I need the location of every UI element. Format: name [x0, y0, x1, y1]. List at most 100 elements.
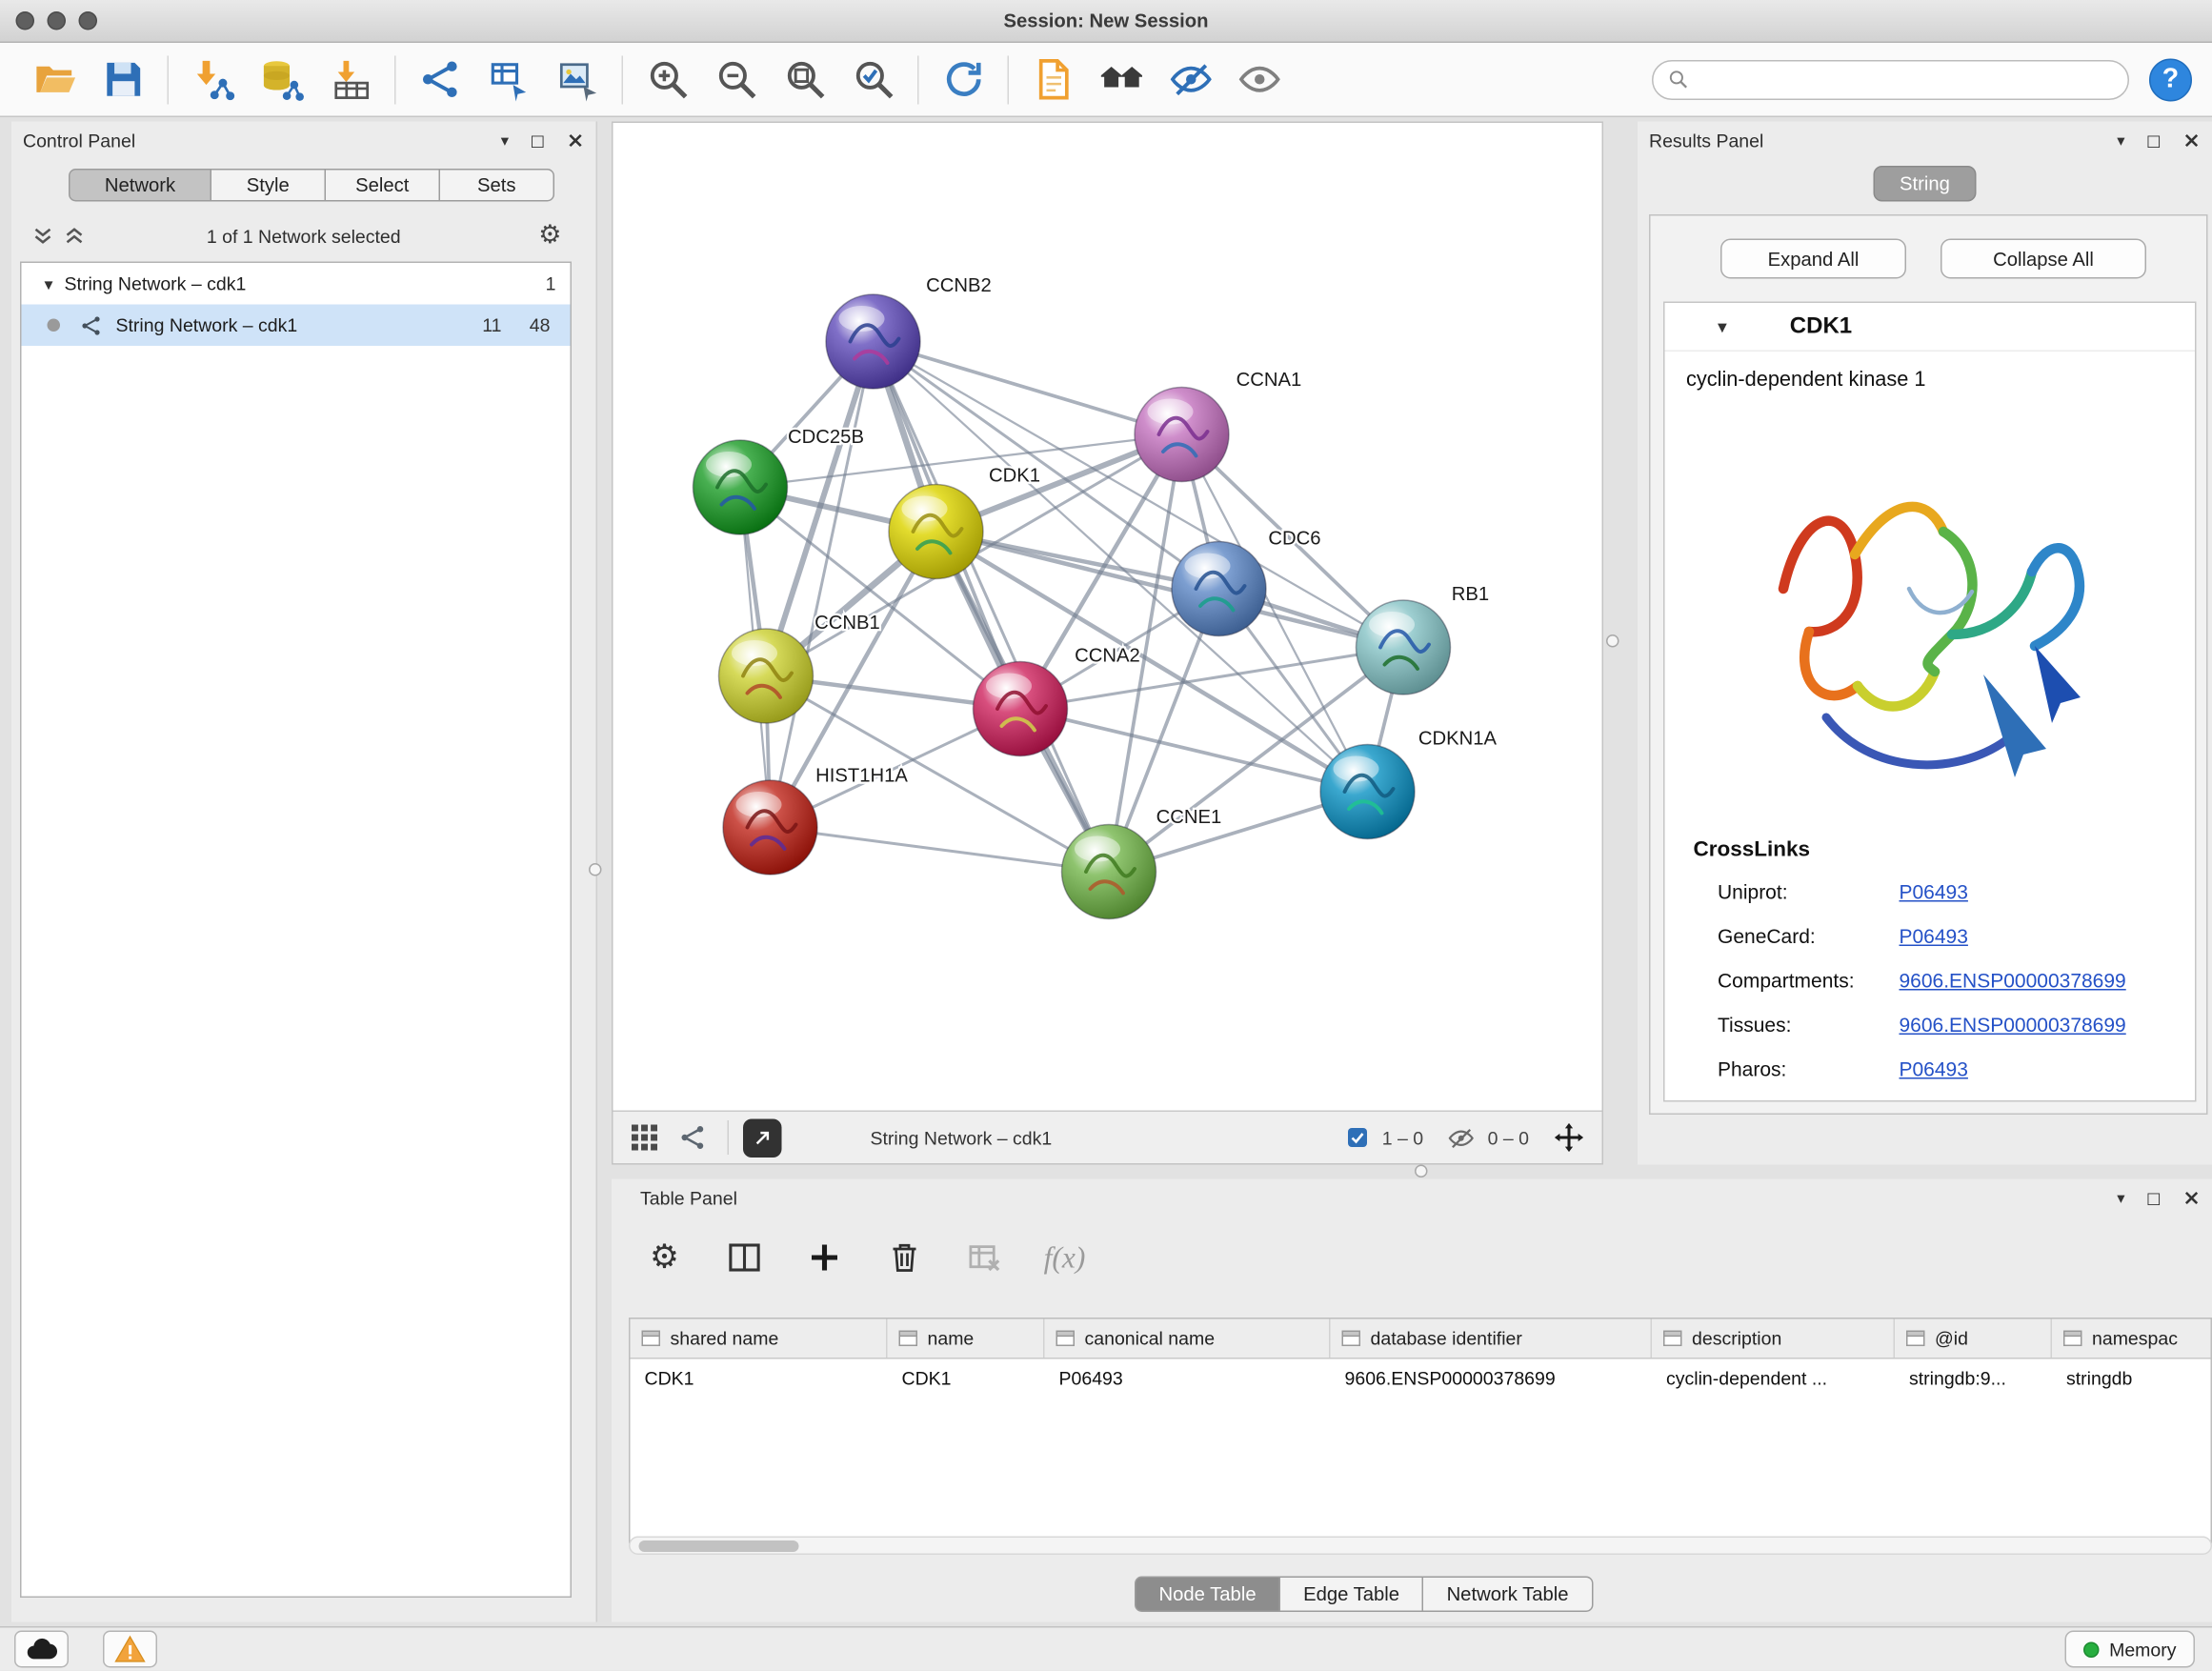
export-network-button[interactable]	[743, 1118, 782, 1158]
tab-sets[interactable]: Sets	[440, 169, 554, 202]
tab-network-table[interactable]: Network Table	[1424, 1577, 1593, 1613]
zoom-out-button[interactable]	[702, 48, 771, 111]
column-header-database-identifier[interactable]: database identifier	[1331, 1319, 1653, 1359]
selected-checkbox-icon[interactable]	[1346, 1126, 1369, 1149]
add-column-button[interactable]	[720, 1234, 769, 1282]
network-collection-row[interactable]: ▾ String Network – cdk1 1	[22, 263, 571, 305]
annotation-button[interactable]	[1019, 48, 1088, 111]
network-options-gear-icon[interactable]: ⚙	[538, 220, 561, 251]
warnings-button[interactable]	[103, 1631, 157, 1668]
float-panel-icon[interactable]: □	[531, 131, 546, 150]
table-row[interactable]: CDK1CDK1P064939606.ENSP00000378699cyclin…	[631, 1359, 2211, 1399]
network-node-HIST1H1A[interactable]	[723, 780, 817, 875]
network-from-table-icon	[487, 57, 532, 102]
close-panel-icon[interactable]: ×	[567, 130, 585, 151]
crosshair-move-icon[interactable]	[1554, 1122, 1585, 1154]
crosslink-value-link[interactable]: 9606.ENSP00000378699	[1900, 968, 2126, 991]
crosslink-value-link[interactable]: P06493	[1900, 924, 1968, 947]
close-panel-icon[interactable]: ×	[2182, 1187, 2201, 1209]
column-header-label: name	[928, 1328, 975, 1350]
crosslink-value-link[interactable]: P06493	[1900, 879, 1968, 902]
network-node-CDK1[interactable]	[889, 485, 983, 579]
import-network-from-file-button[interactable]	[179, 48, 248, 111]
right-splitter-handle[interactable]	[1606, 634, 1619, 648]
network-node-CCNB2[interactable]	[826, 294, 920, 389]
add-row-button[interactable]	[800, 1234, 849, 1282]
scrollbar-thumb[interactable]	[639, 1540, 799, 1552]
zoom-selected-button[interactable]	[839, 48, 908, 111]
close-panel-icon[interactable]: ×	[2182, 130, 2201, 151]
network-node-RB1[interactable]	[1357, 600, 1451, 695]
crosslink-label: Compartments:	[1718, 968, 1900, 991]
column-header-name[interactable]: name	[888, 1319, 1045, 1359]
import-network-from-database-button[interactable]	[248, 48, 316, 111]
home-view-button[interactable]	[1088, 48, 1156, 111]
zoom-in-button[interactable]	[633, 48, 702, 111]
collapse-panel-icon[interactable]: ▾	[2117, 131, 2124, 150]
new-network-button[interactable]	[406, 48, 474, 111]
network-node-CDC6[interactable]	[1172, 542, 1266, 636]
tab-select[interactable]: Select	[326, 169, 440, 202]
tree-expand-icon[interactable]: ▾	[45, 273, 53, 293]
network-canvas[interactable]: CCNB2CCNA1CDC25BCDK1CDC6RB1CCNB1CCNA2CDK…	[613, 123, 1602, 1111]
network-node-CCNA2[interactable]	[974, 662, 1068, 756]
network-node-CCNE1[interactable]	[1062, 825, 1156, 919]
minimize-window-button[interactable]	[48, 11, 67, 30]
memory-button[interactable]: Memory	[2065, 1631, 2195, 1668]
table-settings-gear-icon[interactable]: ⚙	[640, 1234, 689, 1282]
bottom-splitter-handle[interactable]	[1415, 1165, 1428, 1178]
column-header-shared-name[interactable]: shared name	[631, 1319, 888, 1359]
network-row-selected[interactable]: String Network – cdk1 11 48	[22, 305, 571, 347]
column-header-namespac[interactable]: namespac	[2052, 1319, 2212, 1359]
zoom-selected-icon	[851, 57, 895, 102]
hide-selected-button[interactable]	[1156, 48, 1225, 111]
crosslink-value-link[interactable]: P06493	[1900, 1057, 1968, 1079]
columns-icon	[726, 1239, 763, 1277]
tab-edge-table[interactable]: Edge Table	[1280, 1577, 1423, 1613]
collapse-panel-icon[interactable]: ▾	[2117, 1188, 2124, 1207]
import-table-from-file-button[interactable]	[316, 48, 385, 111]
network-node-CDKN1A[interactable]	[1320, 745, 1415, 839]
open-session-button[interactable]	[20, 48, 89, 111]
expand-all-button[interactable]: Expand All	[1720, 239, 1906, 279]
results-panel: Results Panel ▾ □ × String Expand All Co…	[1638, 122, 2212, 1165]
collapse-panel-icon[interactable]: ▾	[501, 131, 509, 150]
collapse-all-button[interactable]: Collapse All	[1941, 239, 2146, 279]
column-header-description[interactable]: description	[1652, 1319, 1895, 1359]
entry-header[interactable]: ▾ CDK1	[1665, 303, 2196, 352]
apply-layout-button[interactable]	[929, 48, 997, 111]
float-panel-icon[interactable]: □	[2146, 131, 2162, 150]
export-image-button[interactable]	[543, 48, 612, 111]
network-from-table-button[interactable]	[474, 48, 543, 111]
save-session-button[interactable]	[89, 48, 157, 111]
help-button[interactable]: ?	[2149, 58, 2192, 101]
zoom-fit-button[interactable]	[771, 48, 839, 111]
maximize-window-button[interactable]	[79, 11, 98, 30]
crosslink-value-link[interactable]: 9606.ENSP00000378699	[1900, 1013, 2126, 1036]
node-label-CDC25B: CDC25B	[788, 427, 864, 448]
table-horizontal-scrollbar[interactable]	[629, 1537, 2212, 1556]
column-header-label: canonical name	[1085, 1328, 1216, 1350]
column-header--id[interactable]: @id	[1895, 1319, 2052, 1359]
network-node-CDC25B[interactable]	[694, 440, 788, 534]
tab-style[interactable]: Style	[211, 169, 326, 202]
left-splitter-handle[interactable]	[589, 863, 602, 876]
float-panel-icon[interactable]: □	[2146, 1188, 2162, 1207]
delete-column-button[interactable]	[880, 1234, 929, 1282]
tab-node-table[interactable]: Node Table	[1135, 1577, 1280, 1613]
network-node-CCNB1[interactable]	[719, 629, 814, 723]
close-window-button[interactable]	[16, 11, 35, 30]
network-node-CCNA1[interactable]	[1135, 388, 1229, 482]
tab-network[interactable]: Network	[69, 169, 211, 202]
hidden-eye-slash-icon[interactable]	[1448, 1124, 1476, 1152]
tab-string[interactable]: String	[1874, 166, 1976, 202]
column-sort-icon	[899, 1329, 918, 1348]
cloud-status-button[interactable]	[14, 1631, 69, 1668]
column-sort-icon	[1342, 1329, 1361, 1348]
search-input[interactable]	[1699, 69, 2114, 91]
column-header-canonical-name[interactable]: canonical name	[1045, 1319, 1331, 1359]
network-overview-button[interactable]	[679, 1123, 708, 1152]
birds-eye-view-button[interactable]	[631, 1123, 659, 1152]
show-hidden-button[interactable]	[1225, 48, 1294, 111]
entry-expand-icon[interactable]: ▾	[1718, 315, 1727, 338]
